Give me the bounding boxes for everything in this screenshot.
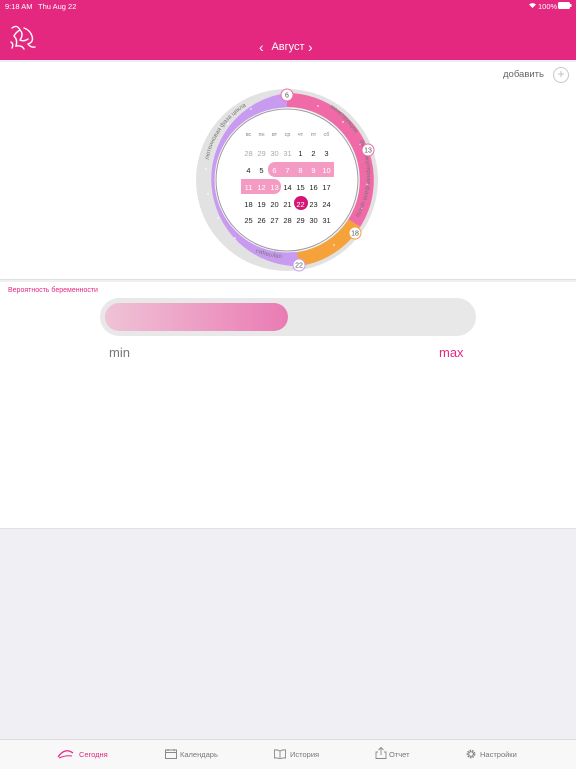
tab-calendar[interactable]: Календарь xyxy=(164,740,244,769)
calendar-day[interactable]: 2 xyxy=(307,149,320,158)
calendar-day[interactable]: 25 xyxy=(242,216,255,225)
cycle-card: добавить + менструация фолликулярная фаз… xyxy=(0,62,576,280)
probability-fill xyxy=(105,303,288,331)
calendar-day-period[interactable]: 7 xyxy=(281,166,294,175)
calendar-day-today[interactable]: 22 xyxy=(294,200,307,209)
probability-title: Вероятность беременности xyxy=(8,287,98,294)
tab-history[interactable]: История xyxy=(273,740,353,769)
calendar-day[interactable]: 26 xyxy=(255,216,268,225)
month-label: Август xyxy=(271,41,305,53)
status-date: Thu Aug 22 xyxy=(38,2,77,11)
calendar-day[interactable]: 21 xyxy=(281,200,294,209)
calendar-day[interactable]: 29 xyxy=(294,216,307,225)
calendar-day[interactable]: 18 xyxy=(242,200,255,209)
weekday-fri: пт xyxy=(310,132,317,138)
weekday-thu: чт xyxy=(297,132,304,138)
calendar-day[interactable]: 14 xyxy=(281,183,294,192)
calendar-day[interactable]: 28 xyxy=(281,216,294,225)
chevron-right-icon[interactable]: › xyxy=(308,40,313,54)
weekday-tue: вт xyxy=(271,132,278,138)
calendar-day[interactable]: 15 xyxy=(294,183,307,192)
tab-settings-label: Настройки xyxy=(480,750,517,759)
calendar-day[interactable]: 27 xyxy=(268,216,281,225)
probability-min-label: min xyxy=(109,345,130,360)
marker-day-6: 6 xyxy=(285,93,289,100)
share-icon xyxy=(375,747,387,759)
calendar-day[interactable]: 30 xyxy=(268,149,281,158)
tab-history-label: История xyxy=(290,750,320,759)
calendar-day-period[interactable]: 6 xyxy=(268,166,281,175)
weekday-sat: сб xyxy=(323,132,330,138)
weekday-sun: вс xyxy=(245,132,252,138)
calendar-day-period[interactable]: 9 xyxy=(307,166,320,175)
wifi-icon xyxy=(528,1,537,11)
calendar-day[interactable]: 3 xyxy=(320,149,333,158)
calendar-day[interactable]: 16 xyxy=(307,183,320,192)
calendar-day[interactable]: 29 xyxy=(255,149,268,158)
gear-icon xyxy=(466,749,476,759)
calendar-day-period[interactable]: 13 xyxy=(268,183,281,192)
calendar-day[interactable]: 31 xyxy=(281,149,294,158)
status-time: 9:18 AM xyxy=(5,2,33,11)
calendar-day-period[interactable]: 11 xyxy=(242,183,255,192)
calendar-day[interactable]: 24 xyxy=(320,200,333,209)
calendar-icon xyxy=(165,749,177,759)
calendar-day[interactable]: 28 xyxy=(242,149,255,158)
today-icon xyxy=(57,750,74,759)
tab-calendar-label: Календарь xyxy=(180,750,218,759)
probability-card: Вероятность беременности min max xyxy=(0,282,576,529)
calendar-day[interactable]: 1 xyxy=(294,149,307,158)
probability-bar xyxy=(100,298,476,336)
tab-report-label: Отчет xyxy=(389,750,410,759)
calendar-day[interactable]: 20 xyxy=(268,200,281,209)
calendar-day[interactable]: 17 xyxy=(320,183,333,192)
tab-settings[interactable]: Настройки xyxy=(464,740,544,769)
tab-bar: Сегодня Календарь История Отчет Настройк… xyxy=(0,739,576,769)
calendar-day-period[interactable]: 12 xyxy=(255,183,268,192)
status-bar: 9:18 AM Thu Aug 22 100% xyxy=(0,0,576,12)
weekday-mon: пн xyxy=(258,132,265,138)
battery-text: 100% xyxy=(538,2,558,11)
calendar-day[interactable]: 30 xyxy=(307,216,320,225)
calendar-day[interactable]: 19 xyxy=(255,200,268,209)
tab-report[interactable]: Отчет xyxy=(373,740,433,769)
marker-day-22: 22 xyxy=(295,263,303,270)
tab-today[interactable]: Сегодня xyxy=(52,740,132,769)
battery-icon xyxy=(558,2,572,11)
calendar-day-period[interactable]: 10 xyxy=(320,166,333,175)
app-header: ‹ Август › xyxy=(0,12,576,60)
calendar-day-period[interactable]: 8 xyxy=(294,166,307,175)
probability-max-label: max xyxy=(439,345,464,360)
calendar-day[interactable]: 4 xyxy=(242,166,255,175)
weekday-wed: ср xyxy=(284,132,291,138)
calendar-day[interactable]: 23 xyxy=(307,200,320,209)
month-navigator: ‹ Август › xyxy=(0,40,576,55)
tab-today-label: Сегодня xyxy=(79,750,108,759)
marker-day-13: 13 xyxy=(364,148,372,155)
book-icon xyxy=(274,749,286,759)
marker-day-18: 18 xyxy=(351,231,359,238)
calendar-day[interactable]: 5 xyxy=(255,166,268,175)
calendar-day[interactable]: 31 xyxy=(320,216,333,225)
